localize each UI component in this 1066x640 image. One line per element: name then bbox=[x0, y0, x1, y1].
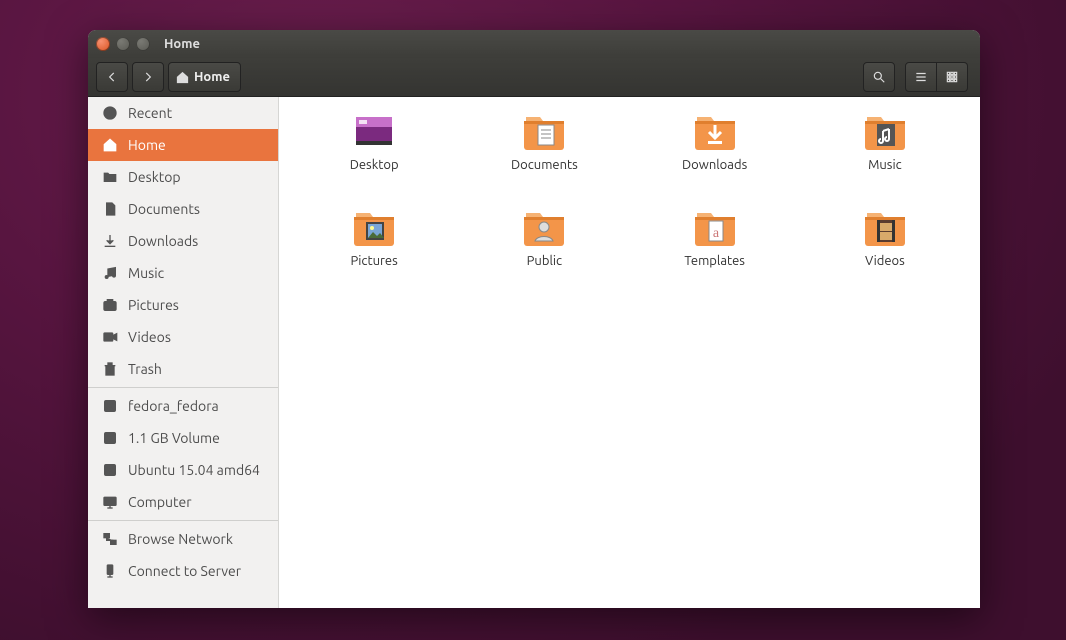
folder-icon bbox=[520, 207, 568, 250]
computer-icon bbox=[100, 492, 120, 512]
folder-icon bbox=[520, 111, 568, 154]
sidebar-item-label: Pictures bbox=[128, 297, 179, 313]
folder-icon: a bbox=[691, 207, 739, 250]
folder-label: Music bbox=[868, 158, 902, 172]
sidebar-item-desktop[interactable]: Desktop bbox=[88, 161, 278, 193]
sidebar-item-label: Ubuntu 15.04 amd64 bbox=[128, 462, 260, 478]
back-button[interactable] bbox=[96, 62, 128, 92]
folder-label: Desktop bbox=[350, 158, 399, 172]
sidebar-item-computer[interactable]: Computer bbox=[88, 486, 278, 518]
grid-icon bbox=[945, 70, 959, 84]
view-list-button[interactable] bbox=[905, 62, 937, 92]
disk-icon bbox=[100, 396, 120, 416]
sidebar-item-trash[interactable]: Trash bbox=[88, 353, 278, 385]
search-button[interactable] bbox=[863, 62, 895, 92]
folder-pictures[interactable]: Pictures bbox=[350, 207, 398, 295]
sidebar-item-browse-network[interactable]: Browse Network bbox=[88, 523, 278, 555]
content-area[interactable]: Desktop Documents Downloads Music Pictures Pu… bbox=[279, 97, 980, 608]
folder-downloads[interactable]: Downloads bbox=[682, 111, 747, 199]
view-grid-button[interactable] bbox=[937, 62, 968, 92]
folder-icon bbox=[861, 111, 909, 154]
folder-videos[interactable]: Videos bbox=[861, 207, 909, 295]
sidebar-item-fedora-fedora[interactable]: fedora_fedora bbox=[88, 390, 278, 422]
sidebar-item-videos[interactable]: Videos bbox=[88, 321, 278, 353]
folder-label: Pictures bbox=[351, 254, 398, 268]
sidebar: Recent Home Desktop Documents Downloads Music… bbox=[88, 97, 279, 608]
folder-label: Documents bbox=[511, 158, 578, 172]
sidebar-item-pictures[interactable]: Pictures bbox=[88, 289, 278, 321]
camera-icon bbox=[100, 295, 120, 315]
sidebar-item-label: Documents bbox=[128, 201, 200, 217]
chevron-left-icon bbox=[105, 70, 119, 84]
server-icon bbox=[100, 561, 120, 581]
sidebar-item-music[interactable]: Music bbox=[88, 257, 278, 289]
trash-icon bbox=[100, 359, 120, 379]
sidebar-item-label: Browse Network bbox=[128, 531, 233, 547]
home-icon bbox=[175, 70, 190, 85]
network-icon bbox=[100, 529, 120, 549]
sidebar-item-home[interactable]: Home bbox=[88, 129, 278, 161]
video-icon bbox=[100, 327, 120, 347]
sidebar-item-label: Desktop bbox=[128, 169, 181, 185]
desktop-background: Home Home bbox=[0, 0, 1066, 640]
forward-button[interactable] bbox=[132, 62, 164, 92]
pathbar-label: Home bbox=[194, 70, 230, 84]
folder-icon bbox=[691, 111, 739, 154]
window-close-button[interactable] bbox=[96, 37, 110, 51]
sidebar-item-downloads[interactable]: Downloads bbox=[88, 225, 278, 257]
titlebar: Home bbox=[88, 30, 980, 58]
search-icon bbox=[872, 70, 886, 84]
sidebar-item-label: Recent bbox=[128, 105, 172, 121]
list-icon bbox=[914, 70, 928, 84]
folder-label: Videos bbox=[865, 254, 905, 268]
folder-documents[interactable]: Documents bbox=[511, 111, 578, 199]
sidebar-item-recent[interactable]: Recent bbox=[88, 97, 278, 129]
sidebar-item-label: Music bbox=[128, 265, 164, 281]
sidebar-separator bbox=[88, 520, 278, 521]
home-icon bbox=[100, 135, 120, 155]
sidebar-item-label: Connect to Server bbox=[128, 563, 241, 579]
disk-icon bbox=[100, 460, 120, 480]
disk-icon bbox=[100, 428, 120, 448]
doc-icon bbox=[100, 199, 120, 219]
folder-desktop[interactable]: Desktop bbox=[350, 111, 399, 199]
clock-icon bbox=[100, 103, 120, 123]
sidebar-item-connect-to-server[interactable]: Connect to Server bbox=[88, 555, 278, 587]
music-icon bbox=[100, 263, 120, 283]
sidebar-item-label: Downloads bbox=[128, 233, 198, 249]
folder-label: Templates bbox=[684, 254, 745, 268]
folder-templates[interactable]: a Templates bbox=[684, 207, 745, 295]
sidebar-item-label: Videos bbox=[128, 329, 171, 345]
sidebar-item-label: fedora_fedora bbox=[128, 398, 219, 414]
sidebar-separator bbox=[88, 387, 278, 388]
download-icon bbox=[100, 231, 120, 251]
file-manager-window: Home Home bbox=[88, 30, 980, 608]
chevron-right-icon bbox=[141, 70, 155, 84]
folder-music[interactable]: Music bbox=[861, 111, 909, 199]
sidebar-item-1-1-gb-volume[interactable]: 1.1 GB Volume bbox=[88, 422, 278, 454]
pathbar-home-button[interactable]: Home bbox=[168, 62, 241, 92]
folder-public[interactable]: Public bbox=[520, 207, 568, 295]
sidebar-item-documents[interactable]: Documents bbox=[88, 193, 278, 225]
window-maximize-button[interactable] bbox=[136, 37, 150, 51]
folder-label: Downloads bbox=[682, 158, 747, 172]
sidebar-item-label: 1.1 GB Volume bbox=[128, 430, 220, 446]
sidebar-item-label: Home bbox=[128, 137, 166, 153]
folder-icon bbox=[100, 167, 120, 187]
folder-icon bbox=[350, 111, 398, 154]
window-body: Recent Home Desktop Documents Downloads Music… bbox=[88, 97, 980, 608]
sidebar-item-label: Computer bbox=[128, 494, 192, 510]
window-title: Home bbox=[164, 37, 200, 51]
window-minimize-button[interactable] bbox=[116, 37, 130, 51]
folder-label: Public bbox=[527, 254, 562, 268]
svg-text:a: a bbox=[713, 226, 720, 241]
toolbar: Home bbox=[88, 58, 980, 97]
folder-icon bbox=[861, 207, 909, 250]
folder-icon bbox=[350, 207, 398, 250]
sidebar-item-label: Trash bbox=[128, 361, 162, 377]
sidebar-item-ubuntu-15-04-amd64[interactable]: Ubuntu 15.04 amd64 bbox=[88, 454, 278, 486]
